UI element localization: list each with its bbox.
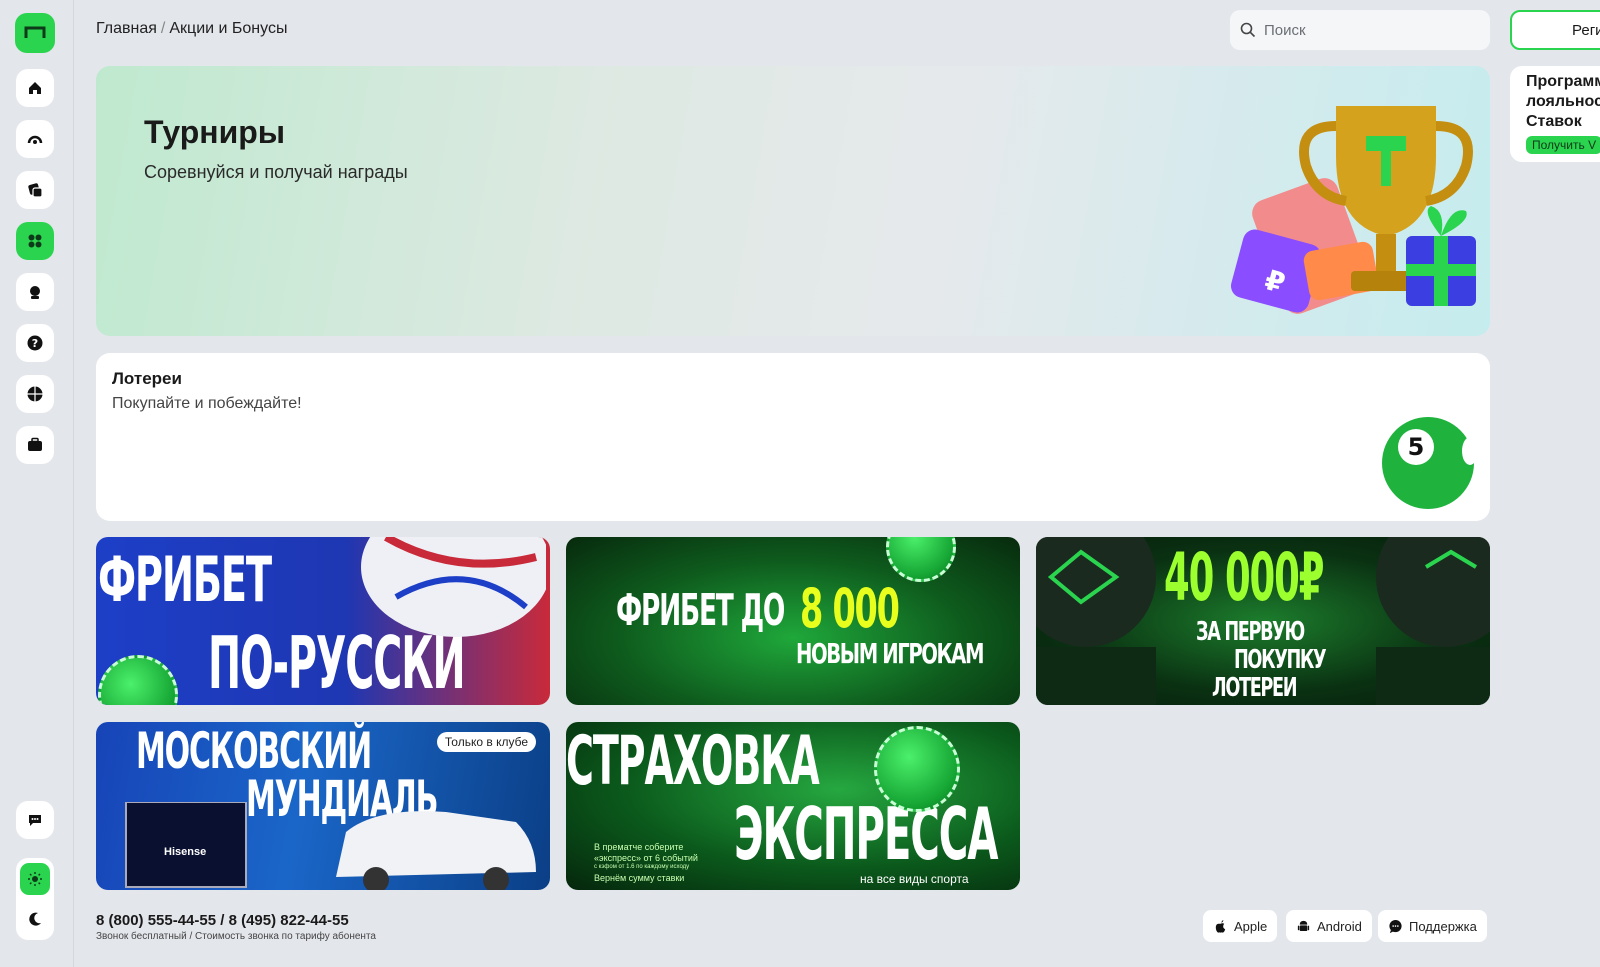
- register-label: Реги: [1572, 21, 1600, 39]
- chat-icon[interactable]: [16, 801, 54, 839]
- loyalty-title-2: лояльност: [1526, 93, 1600, 110]
- promo-3-line3: ЛОТЕРЕИ: [1212, 673, 1298, 703]
- svg-text:?: ?: [32, 337, 38, 350]
- support-label: Поддержка: [1409, 918, 1477, 934]
- lottery-ball-icon: 5: [1382, 417, 1478, 509]
- lottery-title: Лотереи: [112, 369, 182, 388]
- apple-app-button[interactable]: Apple: [1203, 910, 1278, 942]
- support-button[interactable]: Поддержка: [1378, 910, 1487, 942]
- android-label: Android: [1317, 918, 1362, 934]
- trophy-icon: ₽: [1231, 106, 1476, 314]
- briefcase-icon[interactable]: [16, 426, 54, 464]
- club-only-badge: Только в клубе: [436, 732, 536, 752]
- promo-40000-lottery[interactable]: 40 000₽ ЗА ПЕРВУЮ ПОКУПКУ ЛОТЕРЕИ: [1036, 537, 1490, 705]
- football-icon: [361, 537, 546, 637]
- promo-2-line1: ФРИБЕТ ДО: [616, 585, 785, 636]
- promo-3-line2: ПОКУПКУ: [1234, 645, 1327, 675]
- tournaments-subtitle: Соревнуйся и получай награды: [144, 162, 408, 182]
- promo-3-amount: 40 000₽: [1164, 539, 1324, 616]
- logo-icon[interactable]: [15, 13, 55, 53]
- android-icon: [1297, 920, 1310, 931]
- get-vip-button[interactable]: Получить V: [1526, 136, 1600, 154]
- search-input[interactable]: [1264, 21, 1474, 39]
- promo-2-line2: НОВЫМ ИГРОКАМ: [796, 637, 984, 670]
- club-icon[interactable]: [16, 273, 54, 311]
- register-button[interactable]: Реги: [1510, 10, 1600, 50]
- promo-freebet-russian[interactable]: ФРИБЕТ ПО-РУССКИ: [96, 537, 550, 705]
- chip-icon: [886, 537, 956, 582]
- search-icon: [1240, 22, 1256, 38]
- moon-icon[interactable]: [20, 903, 50, 935]
- sun-icon[interactable]: [20, 863, 50, 895]
- chip-icon: [98, 655, 178, 705]
- lottery-subtitle: Покупайте и побеждайте!: [112, 395, 302, 412]
- breadcrumb-home[interactable]: Главная: [96, 20, 157, 37]
- promo-express-insurance[interactable]: СТРАХОВКА ЭКСПРЕССА В прематче соберите …: [566, 722, 1020, 890]
- breadcrumb: Главная / Акции и Бонусы: [96, 20, 287, 38]
- tournaments-banner[interactable]: Турниры Соревнуйся и получай награды ₽: [96, 66, 1490, 336]
- apple-icon: [1215, 919, 1226, 933]
- chip-icon: [874, 726, 960, 812]
- help-icon[interactable]: ?: [16, 324, 54, 362]
- sidebar: ?: [0, 0, 74, 967]
- loyalty-title-1: Программ: [1526, 73, 1600, 90]
- support-phones[interactable]: 8 (800) 555-44-55 / 8 (495) 822-44-55: [96, 912, 349, 929]
- promo-1-line1: ФРИБЕТ: [98, 543, 272, 616]
- breadcrumb-separator: /: [160, 20, 166, 37]
- promo-5-line2: ЭКСПРЕССА: [734, 792, 998, 876]
- breadcrumb-current: Акции и Бонусы: [169, 20, 288, 37]
- promo-3-line1: ЗА ПЕРВУЮ: [1196, 617, 1305, 647]
- promo-5-note2: «экспресс» от 6 событий: [594, 853, 698, 863]
- promo-freebet-8000[interactable]: ФРИБЕТ ДО 8 000 НОВЫМ ИГРОКАМ: [566, 537, 1020, 705]
- promo-moscow-mundial[interactable]: МОСКОВСКИЙ МУНДИАЛЬ Только в клубе Hisen…: [96, 722, 550, 890]
- promo-5-note4: Вернём сумму ставки: [594, 873, 685, 883]
- dice-icon[interactable]: [16, 171, 54, 209]
- globe-icon[interactable]: [16, 375, 54, 413]
- promo-5-footer: на все виды спорта: [860, 872, 969, 886]
- promotions-icon[interactable]: [16, 222, 54, 260]
- home-icon[interactable]: [16, 69, 54, 107]
- live-sports-icon[interactable]: [16, 120, 54, 158]
- promo-2-amount: 8 000: [800, 577, 900, 640]
- promo-5-note3: с кэфом от 1.6 по каждому исходу: [594, 864, 690, 870]
- lottery-card[interactable]: Лотереи Покупайте и побеждайте! 5: [96, 353, 1490, 521]
- apple-label: Apple: [1234, 918, 1268, 934]
- promo-5-note1: В прематче соберите: [594, 842, 684, 852]
- lottery-ball-number: 5: [1408, 433, 1425, 461]
- promo-5-line1: СТРАХОВКА: [566, 722, 820, 801]
- tournaments-title: Турниры: [144, 114, 286, 150]
- android-app-button[interactable]: Android: [1286, 910, 1372, 942]
- theme-switcher: [16, 858, 54, 940]
- search-box[interactable]: [1230, 10, 1490, 50]
- promo-4-brand: Hisense: [164, 846, 207, 858]
- loyalty-card[interactable]: Программ лояльност Ставок Получить V: [1510, 66, 1600, 162]
- phone-note: Звонок бесплатный / Стоимость звонка по …: [96, 931, 376, 942]
- loyalty-title-3: Ставок: [1526, 113, 1582, 130]
- chat-bubble-icon: [1389, 919, 1402, 933]
